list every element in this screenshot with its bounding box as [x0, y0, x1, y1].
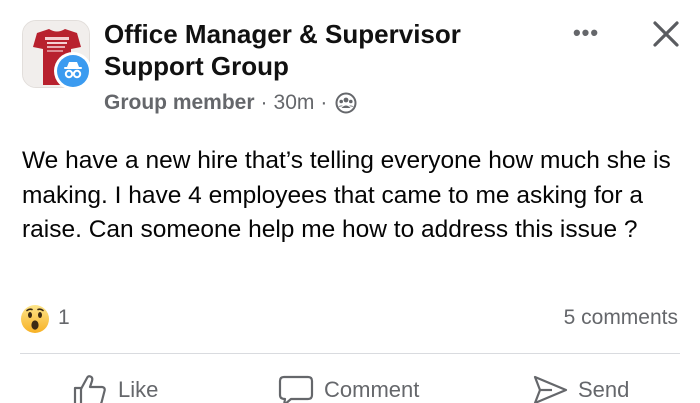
like-button[interactable]: Like	[72, 372, 158, 403]
meta-separator: ·	[260, 91, 268, 114]
more-options-button[interactable]: •••	[566, 18, 606, 48]
send-arrow-icon	[533, 375, 568, 403]
post-timestamp[interactable]: 30m	[274, 91, 315, 115]
comments-count-link[interactable]: 5 comments	[564, 306, 678, 330]
anonymous-member-badge	[54, 52, 92, 90]
group-avatar-container[interactable]	[22, 20, 94, 92]
comment-label: Comment	[324, 377, 420, 402]
post-body-text: We have a new hire that’s telling everyo…	[22, 147, 671, 243]
action-divider	[20, 353, 680, 354]
meta-separator: ·	[320, 91, 328, 114]
like-label: Like	[118, 377, 159, 402]
reactions-summary-row: 1 5 comments	[20, 302, 680, 336]
send-button[interactable]: Send	[532, 372, 629, 403]
members-audience-icon[interactable]	[335, 92, 357, 114]
group-name-link[interactable]: Office Manager & Supervisor Support Grou…	[104, 18, 504, 82]
post-meta: Group member · 30m ·	[104, 90, 357, 116]
send-label: Send	[578, 377, 630, 402]
wow-emoji-icon[interactable]	[20, 304, 50, 334]
more-options-icon: •••	[572, 20, 600, 45]
comment-button[interactable]: Comment	[278, 372, 419, 403]
like-thumb-icon	[73, 375, 106, 403]
group-post-card: Office Manager & Supervisor Support Grou…	[0, 0, 700, 403]
comment-bubble-icon	[278, 375, 314, 403]
member-role: Group member	[104, 91, 255, 114]
close-icon	[653, 21, 679, 47]
close-post-button[interactable]	[646, 14, 686, 54]
reaction-count[interactable]: 1	[58, 306, 70, 330]
incognito-icon	[64, 62, 82, 79]
